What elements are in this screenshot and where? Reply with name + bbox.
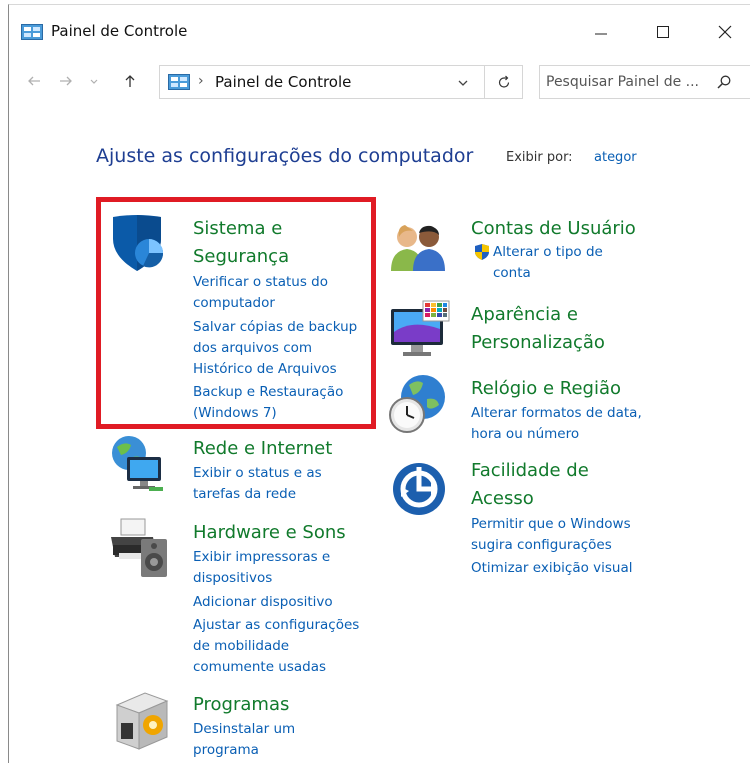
link-uninstall-program[interactable]: Desinstalar um: [193, 719, 295, 740]
control-panel-window: Painel de Controle › Painel de Controle …: [8, 4, 750, 763]
maximize-icon: [657, 26, 669, 38]
ease-of-access-title-line2[interactable]: Acesso: [471, 485, 534, 513]
minimize-button[interactable]: [581, 17, 621, 47]
link-network-status-cont[interactable]: tarefas da rede: [193, 484, 296, 505]
link-mobility-settings-cont[interactable]: de mobilidade: [193, 636, 289, 657]
users-icon[interactable]: [387, 211, 451, 275]
link-change-date-formats[interactable]: Alterar formatos de data,: [471, 403, 642, 424]
forward-arrow-icon: [60, 76, 72, 86]
refresh-button[interactable]: [485, 65, 523, 99]
programs-title[interactable]: Programas: [193, 691, 289, 719]
link-suggest-settings[interactable]: Permitir que o Windows: [471, 514, 631, 535]
control-panel-icon: [21, 24, 43, 40]
title-bar[interactable]: Painel de Controle: [9, 5, 750, 51]
forward-button[interactable]: [55, 70, 77, 92]
appearance-title[interactable]: Aparência e: [471, 301, 578, 329]
system-security-title[interactable]: Sistema e: [193, 215, 282, 243]
close-icon: [718, 25, 732, 39]
link-file-history-cont2[interactable]: Histórico de Arquivos: [193, 359, 337, 380]
link-optimize-display[interactable]: Otimizar exibição visual: [471, 558, 633, 579]
window-title: Painel de Controle: [51, 22, 188, 40]
link-backup-restore-cont[interactable]: (Windows 7): [193, 403, 277, 424]
link-check-status[interactable]: Verificar o status do: [193, 272, 328, 293]
link-devices-printers[interactable]: Exibir impressoras e: [193, 547, 330, 568]
link-change-date-formats-cont[interactable]: hora ou número: [471, 424, 579, 445]
search-input[interactable]: [546, 72, 706, 92]
link-uninstall-program-cont[interactable]: programa: [193, 740, 259, 761]
page-title: Ajuste as configurações do computador: [96, 145, 474, 167]
link-mobility-settings[interactable]: Ajustar as configurações: [193, 615, 359, 636]
view-by-dropdown[interactable]: ategor: [594, 150, 637, 165]
link-network-status[interactable]: Exibir o status e as: [193, 463, 322, 484]
search-icon[interactable]: [716, 74, 732, 90]
programs-icon[interactable]: [107, 687, 171, 751]
search-box[interactable]: [539, 65, 750, 99]
user-accounts-title[interactable]: Contas de Usuário: [471, 215, 636, 243]
link-file-history[interactable]: Salvar cópias de backup: [193, 317, 357, 338]
navigation-bar: › Painel de Controle: [9, 61, 750, 101]
system-security-title-line2[interactable]: Segurança: [193, 243, 289, 271]
link-mobility-settings-cont2[interactable]: comumente usadas: [193, 657, 326, 678]
shield-icon[interactable]: [107, 211, 171, 275]
clock-globe-icon[interactable]: [387, 371, 451, 435]
link-check-status-cont[interactable]: computador: [193, 293, 275, 314]
back-arrow-icon: [28, 76, 40, 86]
minimize-icon: [595, 33, 607, 35]
link-add-device[interactable]: Adicionar dispositivo: [193, 592, 333, 613]
recent-locations-button[interactable]: [87, 70, 101, 92]
refresh-icon: [498, 75, 509, 88]
uac-shield-icon: [475, 244, 489, 260]
close-button[interactable]: [705, 17, 745, 47]
appearance-title-line2[interactable]: Personalização: [471, 329, 605, 357]
clock-region-title[interactable]: Relógio e Região: [471, 375, 621, 403]
recent-dropdown-icon: [90, 79, 98, 84]
link-change-account-type-cont[interactable]: conta: [493, 263, 531, 284]
ease-of-access-title[interactable]: Facilidade de: [471, 457, 589, 485]
network-internet-title[interactable]: Rede e Internet: [193, 435, 332, 463]
control-panel-icon: [168, 74, 190, 90]
up-button[interactable]: [119, 70, 141, 92]
back-button[interactable]: [23, 70, 45, 92]
link-change-account-type[interactable]: Alterar o tipo de: [493, 242, 603, 263]
accessibility-icon[interactable]: [387, 457, 451, 521]
link-file-history-cont[interactable]: dos arquivos com: [193, 338, 312, 359]
up-arrow-icon: [125, 75, 135, 87]
chevron-down-icon[interactable]: [456, 76, 470, 90]
monitor-icon[interactable]: [387, 297, 451, 361]
hardware-sound-title[interactable]: Hardware e Sons: [193, 519, 346, 547]
link-devices-printers-cont[interactable]: dispositivos: [193, 568, 272, 589]
view-by-label: Exibir por:: [506, 150, 573, 165]
maximize-button[interactable]: [643, 17, 683, 47]
link-backup-restore[interactable]: Backup e Restauração: [193, 382, 343, 403]
printer-icon[interactable]: [107, 515, 171, 579]
network-icon[interactable]: [107, 431, 171, 495]
address-bar[interactable]: › Painel de Controle: [159, 65, 485, 99]
breadcrumb-separator: ›: [198, 73, 204, 89]
breadcrumb-item[interactable]: Painel de Controle: [215, 73, 351, 91]
link-suggest-settings-cont[interactable]: sugira configurações: [471, 535, 612, 556]
